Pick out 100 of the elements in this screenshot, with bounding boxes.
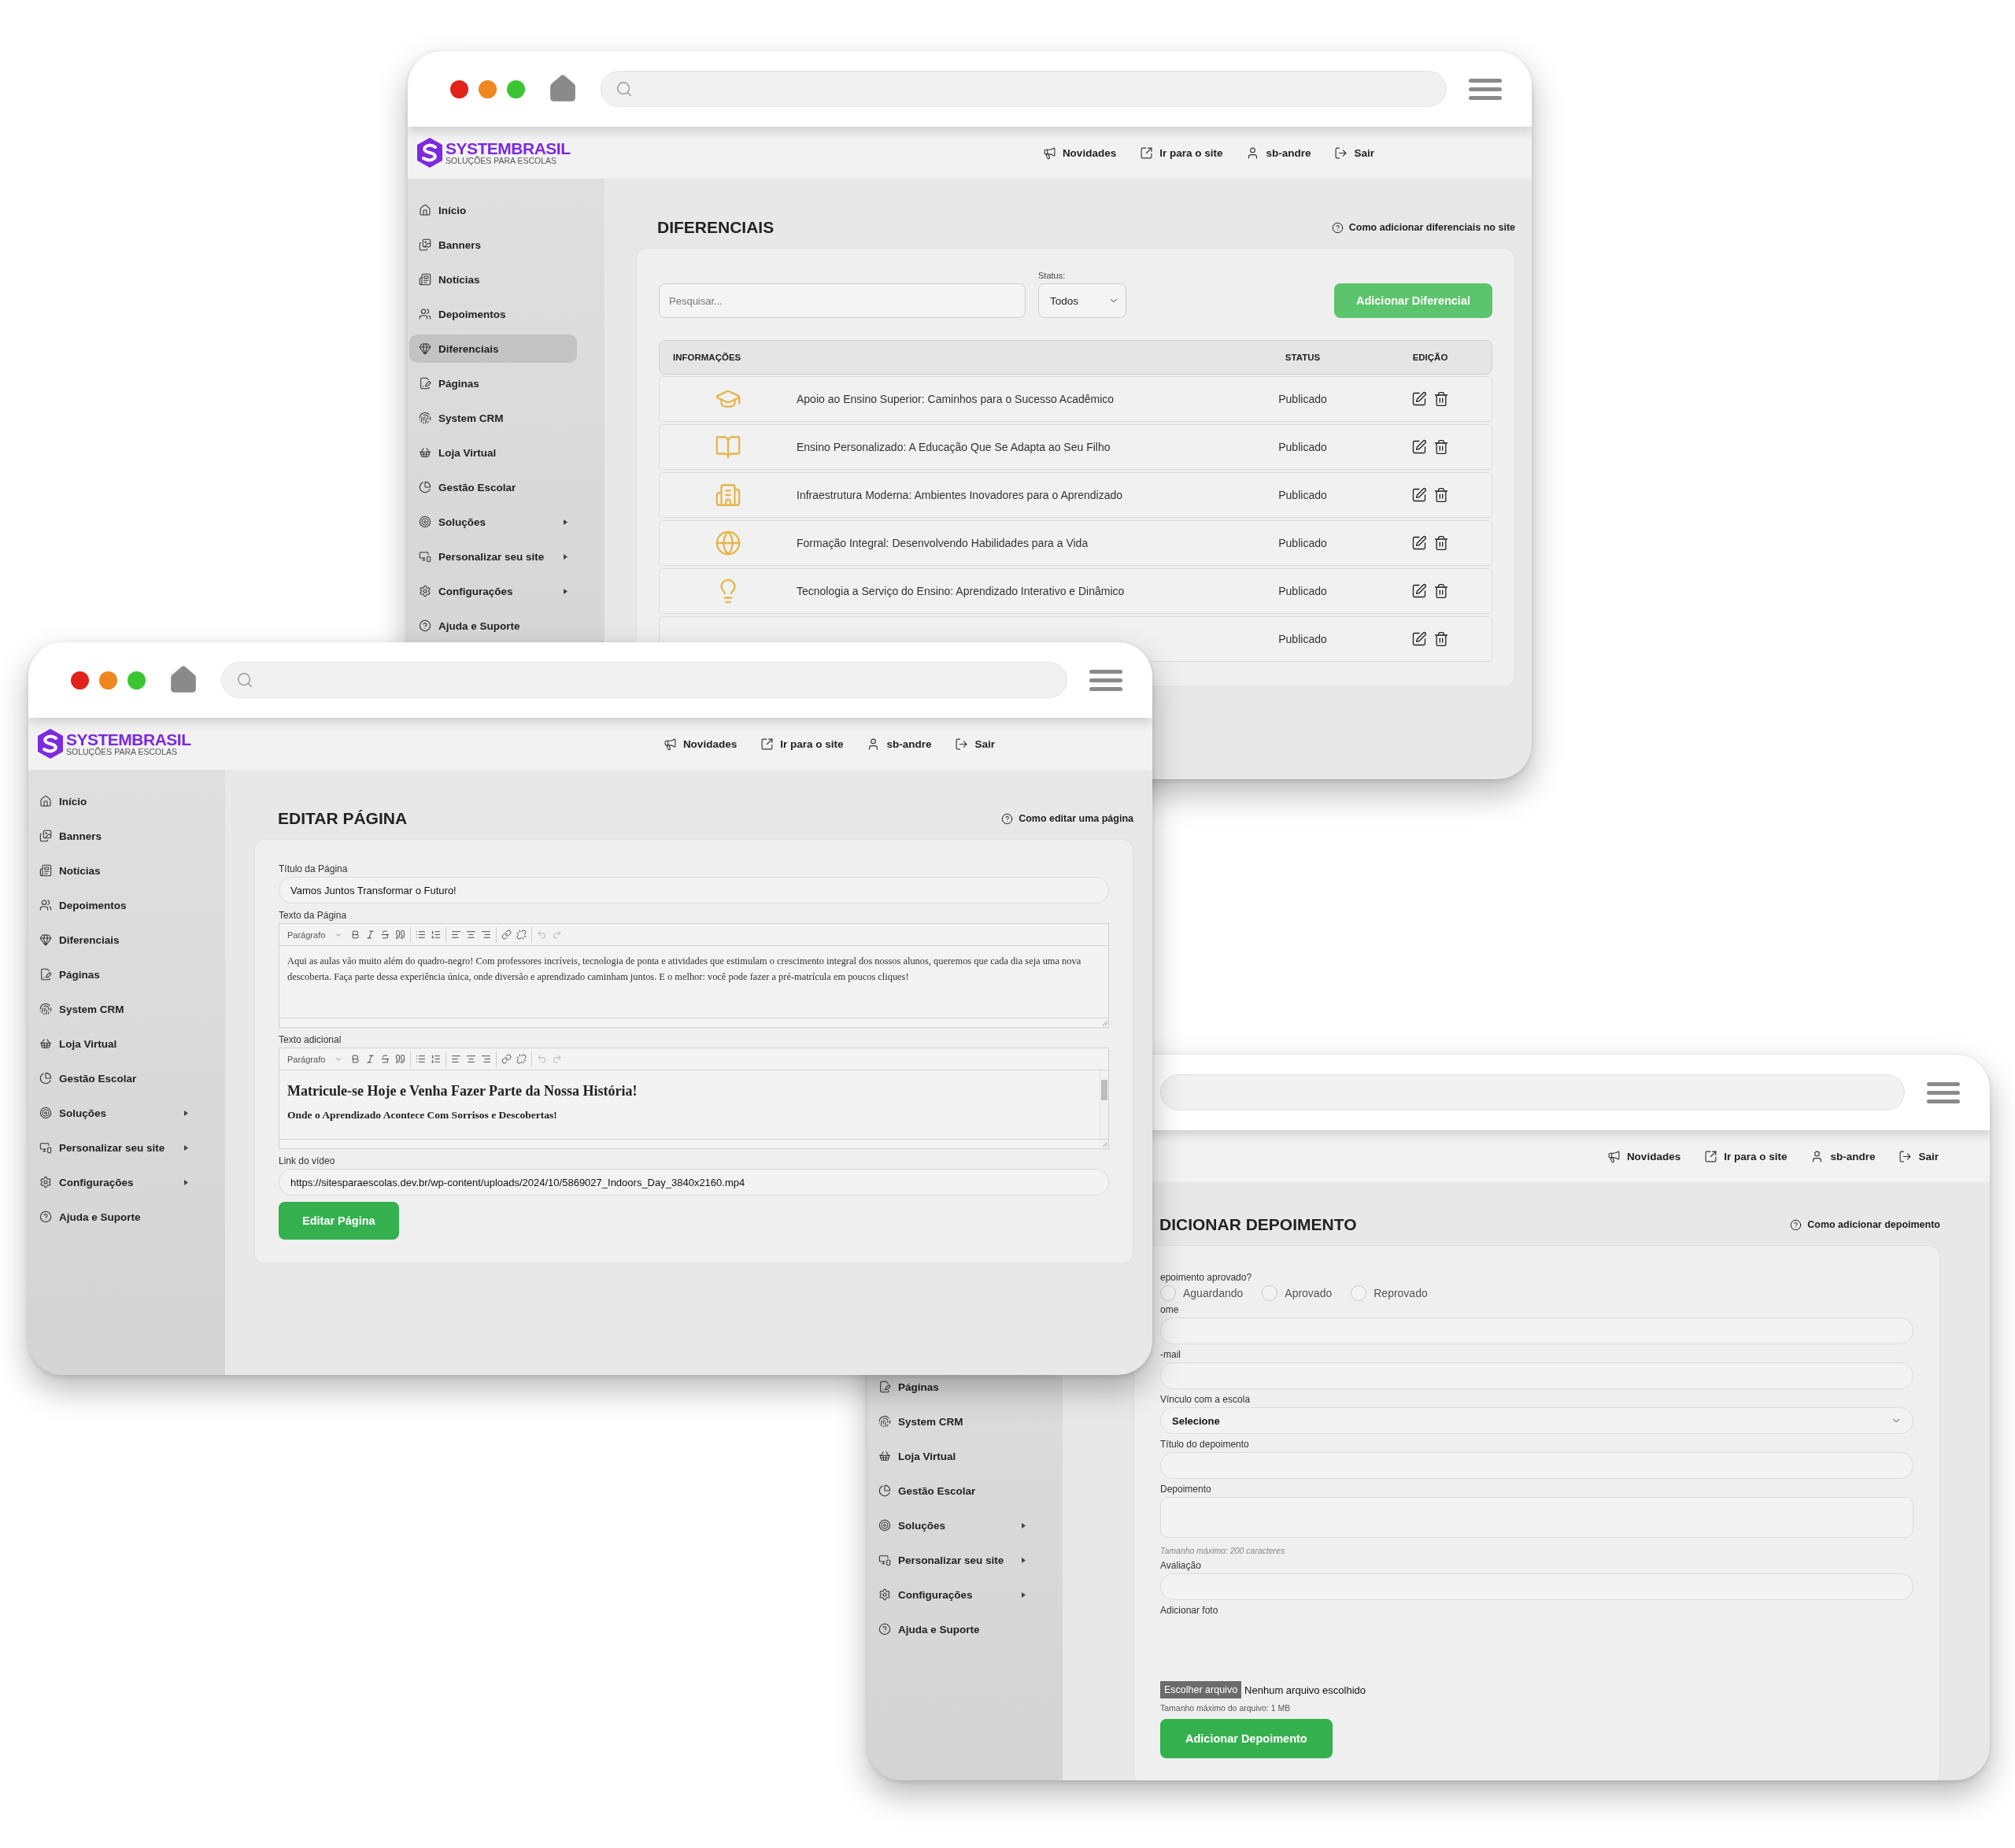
nav-link[interactable]: Sair bbox=[1334, 146, 1374, 160]
nav-link[interactable]: sb-andre bbox=[1810, 1149, 1876, 1163]
sidebar-item[interactable]: Notícias bbox=[409, 265, 577, 294]
bullet-list-icon[interactable] bbox=[416, 930, 427, 940]
unlink-icon[interactable] bbox=[516, 1054, 527, 1064]
resize-handle[interactable] bbox=[1100, 1140, 1108, 1148]
bold-icon[interactable] bbox=[350, 930, 361, 940]
link-icon[interactable] bbox=[501, 930, 512, 940]
sidebar-item[interactable]: Ajuda e Suporte bbox=[30, 1203, 198, 1231]
sidebar-item[interactable]: Banners bbox=[30, 822, 198, 850]
strikethrough-icon[interactable] bbox=[380, 930, 391, 940]
quote-icon[interactable] bbox=[395, 1054, 406, 1064]
sidebar-item[interactable]: Início bbox=[30, 787, 198, 815]
edit-icon[interactable] bbox=[1411, 583, 1427, 599]
trash-icon[interactable] bbox=[1433, 439, 1449, 455]
scrollbar[interactable] bbox=[1100, 1070, 1108, 1139]
sidebar-item[interactable]: Personalizar seu site bbox=[869, 1546, 1035, 1574]
trash-icon[interactable] bbox=[1433, 535, 1449, 551]
sidebar-item[interactable]: Personalizar seu site bbox=[30, 1133, 198, 1162]
nav-link[interactable]: Novidades bbox=[663, 737, 738, 751]
format-dropdown[interactable]: Parágrafo bbox=[284, 1054, 346, 1064]
text-editor[interactable] bbox=[279, 923, 1109, 1028]
sidebar-item[interactable]: Soluções bbox=[409, 508, 577, 536]
menu-icon[interactable] bbox=[1089, 668, 1122, 692]
choose-file-button[interactable]: Escolher arquivo bbox=[1160, 1681, 1242, 1698]
help-link[interactable]: Como adicionar diferenciais no site bbox=[1331, 221, 1515, 234]
input-field[interactable] bbox=[1160, 1318, 1913, 1344]
bold-icon[interactable] bbox=[350, 1054, 361, 1064]
radio-option[interactable]: Reprovado bbox=[1351, 1285, 1428, 1301]
radio-circle[interactable] bbox=[1160, 1285, 1176, 1301]
nav-link[interactable]: Ir para o site bbox=[760, 737, 844, 751]
nav-link[interactable]: Novidades bbox=[1606, 1149, 1681, 1163]
radio-circle[interactable] bbox=[1351, 1285, 1367, 1301]
sidebar-item[interactable]: Diferenciais bbox=[30, 926, 198, 954]
close-button[interactable] bbox=[450, 79, 468, 98]
input-field[interactable] bbox=[1160, 1362, 1913, 1389]
sidebar-item[interactable]: Gestão Escolar bbox=[869, 1477, 1035, 1505]
sidebar-item[interactable]: Loja Virtual bbox=[30, 1029, 198, 1058]
minimize-button[interactable] bbox=[479, 79, 497, 98]
quote-icon[interactable] bbox=[395, 930, 406, 940]
input-field[interactable]: https://sitesparaescolas.dev.br/wp-content/uploads/2024/10/5869027_Indoors_Day_3840x2160.mp4 bbox=[279, 1169, 1109, 1196]
sidebar-item[interactable]: Páginas bbox=[869, 1373, 1035, 1401]
sidebar-item[interactable]: Gestão Escolar bbox=[409, 473, 577, 501]
menu-icon[interactable] bbox=[1469, 77, 1502, 101]
sidebar-item[interactable]: Configurações bbox=[409, 577, 577, 605]
align-left-icon[interactable] bbox=[451, 1054, 462, 1064]
unlink-icon[interactable] bbox=[516, 930, 527, 940]
nav-link[interactable]: Ir para o site bbox=[1704, 1149, 1788, 1163]
sidebar-item[interactable]: Gestão Escolar bbox=[30, 1064, 198, 1092]
radio-option[interactable]: Aprovado bbox=[1262, 1285, 1333, 1301]
sidebar-item[interactable]: Ajuda e Suporte bbox=[409, 612, 577, 640]
sidebar-item[interactable]: Banners bbox=[409, 231, 577, 259]
minimize-button[interactable] bbox=[99, 671, 117, 689]
nav-link[interactable]: Novidades bbox=[1042, 146, 1117, 160]
sidebar-item[interactable]: Soluções bbox=[869, 1511, 1035, 1539]
sidebar-item[interactable]: Depoimentos bbox=[30, 891, 198, 919]
format-dropdown[interactable]: Parágrafo bbox=[284, 930, 346, 940]
bullet-list-icon[interactable] bbox=[416, 1054, 427, 1064]
edit-icon[interactable] bbox=[1411, 535, 1427, 551]
sidebar-item[interactable]: System CRM bbox=[409, 404, 577, 432]
numbered-list-icon[interactable] bbox=[431, 1054, 442, 1064]
align-right-icon[interactable] bbox=[481, 930, 492, 940]
edit-icon[interactable] bbox=[1411, 391, 1427, 407]
strikethrough-icon[interactable] bbox=[380, 1054, 391, 1064]
italic-icon[interactable] bbox=[365, 1054, 376, 1064]
sidebar-item[interactable]: System CRM bbox=[30, 995, 198, 1023]
nav-link[interactable]: Ir para o site bbox=[1140, 146, 1223, 160]
sidebar-item[interactable]: Diferenciais bbox=[409, 334, 577, 363]
sidebar-item[interactable]: Configurações bbox=[30, 1168, 198, 1196]
nav-link[interactable]: sb-andre bbox=[1246, 146, 1311, 160]
help-link[interactable]: Como adicionar depoimento bbox=[1790, 1218, 1940, 1231]
input-field[interactable]: Vamos Juntos Transformar o Futuro! bbox=[279, 877, 1109, 904]
trash-icon[interactable] bbox=[1433, 487, 1449, 503]
sidebar-item[interactable]: Páginas bbox=[30, 960, 198, 989]
sidebar-item[interactable]: Páginas bbox=[409, 369, 577, 397]
sidebar-item[interactable]: Depoimentos bbox=[409, 300, 577, 328]
align-center-icon[interactable] bbox=[466, 1054, 477, 1064]
trash-icon[interactable] bbox=[1433, 391, 1449, 407]
sidebar-item[interactable]: Ajuda e Suporte bbox=[869, 1615, 1035, 1643]
nav-link[interactable]: sb-andre bbox=[867, 737, 932, 751]
sidebar-item[interactable]: Loja Virtual bbox=[409, 438, 577, 467]
status-select[interactable]: Todos bbox=[1038, 283, 1126, 318]
text-editor[interactable]: Parágrafo Matricule-se Hoje e Venha Fazer Parte da Nossa História! Onde o Aprendizado Acontece Com Sorrisos e Descobertas! bbox=[279, 1048, 1109, 1149]
align-center-icon[interactable] bbox=[466, 930, 477, 940]
sidebar-item[interactable]: System CRM bbox=[869, 1407, 1035, 1436]
italic-icon[interactable] bbox=[365, 930, 376, 940]
link-icon[interactable] bbox=[501, 1054, 512, 1064]
help-link[interactable]: Como editar uma página bbox=[1001, 812, 1133, 825]
trash-icon[interactable] bbox=[1433, 583, 1449, 599]
edit-icon[interactable] bbox=[1411, 487, 1427, 503]
nav-link[interactable]: Sair bbox=[955, 737, 995, 751]
sidebar-item[interactable]: Notícias bbox=[30, 856, 198, 885]
search-field[interactable]: Pesquisar... bbox=[659, 283, 1026, 318]
sidebar-item[interactable]: Início bbox=[409, 196, 577, 224]
resize-handle[interactable] bbox=[1100, 1018, 1108, 1026]
select-field[interactable]: Selecione bbox=[1160, 1407, 1913, 1434]
edit-icon[interactable] bbox=[1411, 439, 1427, 455]
editor-area[interactable]: Matricule-se Hoje e Venha Fazer Parte da Nossa História! Onde o Aprendizado Acontece Com Sorrisos e Descobertas! bbox=[279, 1070, 1108, 1140]
trash-icon[interactable] bbox=[1433, 631, 1449, 647]
menu-icon[interactable] bbox=[1927, 1081, 1960, 1104]
